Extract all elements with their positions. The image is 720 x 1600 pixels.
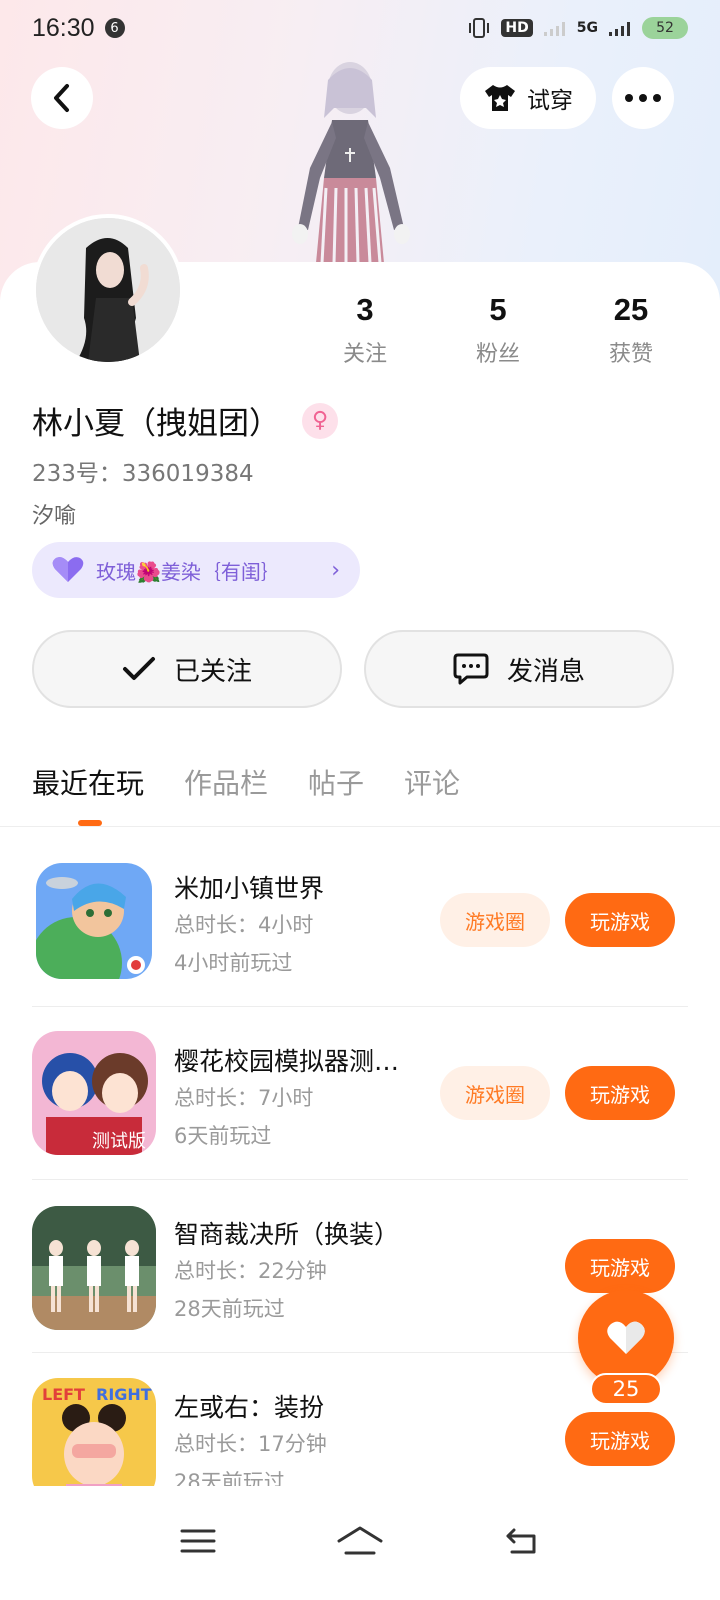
status-time: 16:30 xyxy=(32,13,95,42)
list-item[interactable]: 米加小镇世界 总时长：4小时 4小时前玩过 游戏圈 玩游戏 xyxy=(32,835,688,1007)
notification-badge: 6 xyxy=(104,18,125,38)
menu-lines-icon xyxy=(180,1529,216,1553)
list-divider xyxy=(32,1006,688,1007)
svg-text:LEFT: LEFT xyxy=(42,1385,85,1404)
tab-recently-played[interactable]: 最近在玩 xyxy=(32,762,144,802)
chevron-right-icon: › xyxy=(331,557,340,583)
more-button[interactable] xyxy=(612,67,674,129)
relation-badge[interactable]: 玫瑰🌺姜染｛有闺｝ › xyxy=(32,542,360,598)
heart-icon xyxy=(52,557,84,582)
tab-works[interactable]: 作品栏 xyxy=(184,762,268,802)
status-bar: 16:30 6 HD 5G 52 xyxy=(0,0,720,56)
avatar[interactable] xyxy=(32,214,184,366)
relation-text: 玫瑰🌺姜染｛有闺｝ xyxy=(96,559,281,584)
game-icon-iq-court xyxy=(32,1206,156,1330)
play-game-button[interactable]: 玩游戏 xyxy=(565,1239,675,1293)
home-icon xyxy=(337,1526,383,1555)
back-nav-button[interactable] xyxy=(504,1526,540,1560)
back-arrow-icon xyxy=(506,1528,536,1554)
more-dots-icon xyxy=(625,94,661,102)
game-duration: 总时长：7小时 xyxy=(174,1086,314,1110)
like-count: 25 xyxy=(590,1373,662,1405)
network-5g-label: 5G xyxy=(576,20,598,36)
game-icon-left-right: LEFT RIGHT xyxy=(32,1378,156,1486)
list-item[interactable]: LEFT RIGHT 左或右：装扮 总时长：17分钟 28天前玩过 玩游戏 xyxy=(32,1354,688,1486)
chevron-left-icon xyxy=(54,84,69,112)
user-id: 233号：336019384 xyxy=(32,461,254,487)
female-icon: ♀ xyxy=(302,402,338,439)
avatar-character-figure xyxy=(280,58,420,268)
likes-count: 25 xyxy=(613,292,649,327)
back-button[interactable] xyxy=(31,67,93,129)
tab-comments[interactable]: 评论 xyxy=(404,762,460,802)
system-nav-bar xyxy=(0,1486,720,1600)
like-button[interactable] xyxy=(578,1290,674,1386)
play-game-button[interactable]: 玩游戏 xyxy=(565,1066,675,1120)
tab-posts[interactable]: 帖子 xyxy=(308,762,364,802)
game-name: 樱花校园模拟器测… xyxy=(174,1047,400,1076)
following-button-label: 已关注 xyxy=(173,656,252,687)
vibrate-icon xyxy=(469,18,490,38)
check-icon xyxy=(122,657,155,680)
heart-icon xyxy=(607,1321,645,1354)
game-duration: 总时长：4小时 xyxy=(174,913,314,937)
stat-followers[interactable]: 5 粉丝 xyxy=(448,292,548,368)
game-name: 米加小镇世界 xyxy=(174,874,325,903)
game-name: 左或右：装扮 xyxy=(174,1393,325,1422)
profile-bio: 汐喻 xyxy=(32,504,77,529)
game-duration: 总时长：17分钟 xyxy=(174,1432,327,1456)
game-circle-button[interactable]: 游戏圈 xyxy=(440,1066,550,1120)
game-icon-sakura: 测试版 xyxy=(32,1031,156,1155)
following-button[interactable]: 已关注 xyxy=(32,630,342,708)
home-button[interactable] xyxy=(336,1525,384,1561)
following-count: 3 xyxy=(356,292,374,327)
chat-bubble-icon xyxy=(453,653,489,685)
profile-tabs: 最近在玩 作品栏 帖子 评论 xyxy=(32,762,460,802)
following-label: 关注 xyxy=(342,342,387,367)
message-button[interactable]: 发消息 xyxy=(364,630,674,708)
game-last-played: 6天前玩过 xyxy=(174,1124,272,1148)
play-game-button[interactable]: 玩游戏 xyxy=(565,1412,675,1466)
game-icon-miga xyxy=(36,863,152,979)
likes-label: 获赞 xyxy=(608,342,653,367)
followers-count: 5 xyxy=(489,292,507,327)
svg-text:RIGHT: RIGHT xyxy=(96,1385,152,1404)
svg-text:测试版: 测试版 xyxy=(92,1131,146,1152)
play-game-button[interactable]: 玩游戏 xyxy=(565,893,675,947)
signal-weak-icon xyxy=(543,22,565,36)
game-circle-button[interactable]: 游戏圈 xyxy=(440,893,550,947)
menu-button[interactable] xyxy=(180,1527,216,1559)
game-last-played: 28天前玩过 xyxy=(174,1470,285,1486)
followers-label: 粉丝 xyxy=(475,342,520,367)
profile-name: 林小夏（拽姐团） ♀ xyxy=(32,398,338,443)
tshirt-icon xyxy=(485,85,515,111)
try-on-button[interactable]: 试穿 xyxy=(460,67,596,129)
stat-following[interactable]: 3 关注 xyxy=(315,292,415,368)
message-button-label: 发消息 xyxy=(506,656,585,687)
try-on-label: 试穿 xyxy=(527,88,573,114)
hd-indicator: HD xyxy=(501,19,533,37)
profile-name-text: 林小夏（拽姐团） xyxy=(32,406,280,442)
battery-indicator: 52 xyxy=(642,17,688,39)
stat-likes[interactable]: 25 获赞 xyxy=(581,292,681,368)
game-last-played: 4小时前玩过 xyxy=(174,951,293,975)
game-duration: 总时长：22分钟 xyxy=(174,1259,327,1283)
game-name: 智商裁决所（换装） xyxy=(174,1220,400,1249)
status-indicators: HD 5G 52 xyxy=(467,17,688,39)
signal-strong-icon xyxy=(609,22,630,36)
list-divider xyxy=(32,1179,688,1180)
game-last-played: 28天前玩过 xyxy=(174,1297,285,1321)
list-item[interactable]: 测试版 樱花校园模拟器测… 总时长：7小时 6天前玩过 游戏圈 玩游戏 xyxy=(32,1008,688,1180)
tab-divider xyxy=(0,826,720,827)
